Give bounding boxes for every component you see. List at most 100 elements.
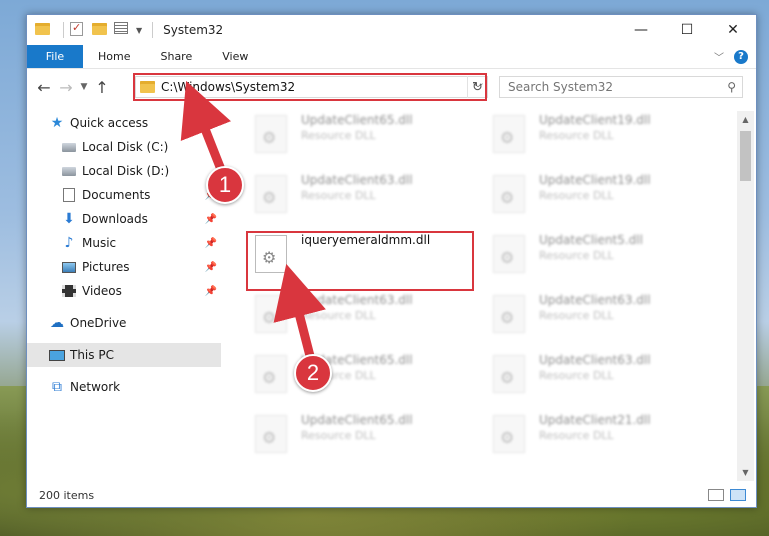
tab-view[interactable]: View xyxy=(207,45,263,68)
drive-icon xyxy=(61,139,77,155)
sidebar-item-this-pc[interactable]: This PC xyxy=(27,343,221,367)
search-box[interactable]: ⚲ xyxy=(499,76,743,98)
file-item[interactable]: UpdateClient63.dll Resource DLL xyxy=(255,291,475,349)
ribbon-tabs: File Home Share View ﹀ ? xyxy=(27,45,756,69)
file-item[interactable]: UpdateClient63.dll Resource DLL xyxy=(493,291,713,349)
title-bar: ▼ System32 — ☐ ✕ xyxy=(27,15,756,45)
new-folder-icon[interactable] xyxy=(92,22,108,38)
expand-ribbon-icon[interactable]: ﹀ xyxy=(714,49,724,64)
details-view-icon[interactable] xyxy=(708,489,724,501)
sidebar-item-downloads[interactable]: ⬇ Downloads 📌 xyxy=(27,207,221,231)
sidebar-item-quick-access[interactable]: ★ Quick access xyxy=(27,111,221,135)
file-item[interactable]: UpdateClient21.dll Resource DLL xyxy=(493,411,713,469)
callout-badge-1: 1 xyxy=(206,166,244,204)
close-button[interactable]: ✕ xyxy=(710,15,756,45)
forward-arrow-icon[interactable]: → xyxy=(55,78,77,97)
file-name: UpdateClient63.dll xyxy=(539,353,651,367)
maximize-button[interactable]: ☐ xyxy=(664,15,710,45)
pictures-icon xyxy=(61,259,77,275)
scroll-down-icon[interactable]: ▼ xyxy=(737,464,754,481)
sidebar-item-network[interactable]: ⧉ Network xyxy=(27,375,221,399)
title-divider xyxy=(63,22,64,38)
tab-home[interactable]: Home xyxy=(83,45,145,68)
dll-file-icon xyxy=(493,415,525,453)
rename-icon[interactable] xyxy=(114,22,130,38)
title-divider xyxy=(152,22,154,38)
file-type: Resource DLL xyxy=(301,429,376,442)
view-toggle xyxy=(708,489,756,501)
up-arrow-icon[interactable]: ↑ xyxy=(91,78,113,97)
file-name: UpdateClient19.dll xyxy=(539,173,651,187)
file-type: Resource DLL xyxy=(539,309,614,322)
quick-access-dropdown-icon[interactable]: ▼ xyxy=(136,26,142,35)
file-type: Resource DLL xyxy=(539,189,614,202)
file-name: UpdateClient63.dll xyxy=(539,293,651,307)
sidebar-item-documents[interactable]: Documents 📌 xyxy=(27,183,221,207)
documents-icon xyxy=(61,187,77,203)
dll-file-icon xyxy=(493,115,525,153)
music-icon: ♪ xyxy=(64,235,74,251)
vertical-scrollbar[interactable]: ▲ ▼ xyxy=(737,111,754,481)
sidebar-item-label: OneDrive xyxy=(70,316,127,330)
pin-icon[interactable]: 📌 xyxy=(205,286,217,297)
properties-check-icon[interactable] xyxy=(70,21,86,38)
back-arrow-icon[interactable]: ← xyxy=(33,78,55,97)
tab-share[interactable]: Share xyxy=(145,45,207,68)
pin-icon[interactable]: 📌 xyxy=(205,238,217,249)
sidebar-item-label: Network xyxy=(70,380,121,394)
file-item[interactable]: UpdateClient65.dll Resource DLL xyxy=(255,111,475,169)
navigation-pane: ★ Quick access Local Disk (C:) Local Dis… xyxy=(27,111,221,481)
sidebar-item-videos[interactable]: Videos 📌 xyxy=(27,279,221,303)
file-item[interactable]: UpdateClient19.dll Resource DLL xyxy=(493,171,713,229)
file-item[interactable]: UpdateClient63.dll Resource DLL xyxy=(493,351,713,409)
sidebar-item-local-disk-d[interactable]: Local Disk (D:) xyxy=(27,159,221,183)
tab-file[interactable]: File xyxy=(27,45,83,68)
drive-icon xyxy=(61,163,77,179)
sidebar-item-music[interactable]: ♪ Music 📌 xyxy=(27,231,221,255)
sidebar-item-label: Pictures xyxy=(82,260,130,274)
search-icon[interactable]: ⚲ xyxy=(727,80,736,94)
dll-file-icon xyxy=(255,175,287,213)
dll-file-icon xyxy=(493,295,525,333)
file-name: UpdateClient63.dll xyxy=(301,293,413,307)
file-item[interactable]: UpdateClient5.dll Resource DLL xyxy=(493,231,713,289)
pc-icon xyxy=(49,347,65,363)
dll-file-icon xyxy=(493,175,525,213)
onedrive-icon: ☁ xyxy=(50,315,64,331)
sidebar-item-label: Local Disk (C:) xyxy=(82,140,169,154)
pin-icon[interactable]: 📌 xyxy=(205,214,217,225)
scroll-up-icon[interactable]: ▲ xyxy=(737,111,754,128)
file-type: Resource DLL xyxy=(539,429,614,442)
file-item[interactable]: UpdateClient65.dllResource DLL xyxy=(255,411,475,469)
file-item[interactable]: UpdateClient19.dll Resource DLL xyxy=(493,111,713,169)
dll-file-icon xyxy=(255,355,287,393)
sidebar-item-label: Videos xyxy=(82,284,122,298)
sidebar-item-label: Local Disk (D:) xyxy=(82,164,170,178)
help-icon[interactable]: ? xyxy=(734,49,748,64)
dll-file-icon xyxy=(255,295,287,333)
minimize-button[interactable]: — xyxy=(618,15,664,45)
sidebar-item-pictures[interactable]: Pictures 📌 xyxy=(27,255,221,279)
callout-badge-2: 2 xyxy=(294,354,332,392)
dll-file-icon xyxy=(255,415,287,453)
file-item[interactable]: UpdateClient65.dllResource DLL xyxy=(255,351,475,409)
file-type: Resource DLL xyxy=(301,129,376,142)
large-icons-view-icon[interactable] xyxy=(730,489,746,501)
file-name: UpdateClient65.dll xyxy=(301,113,413,127)
search-input[interactable] xyxy=(508,80,708,94)
address-highlight-box xyxy=(133,73,487,101)
file-name: UpdateClient19.dll xyxy=(539,113,651,127)
file-list: UpdateClient65.dll Resource DLL UpdateCli… xyxy=(245,111,735,481)
dll-file-icon xyxy=(255,115,287,153)
recent-locations-icon[interactable]: ▼ xyxy=(77,82,91,92)
network-icon: ⧉ xyxy=(52,379,62,395)
file-name: UpdateClient21.dll xyxy=(539,413,651,427)
pin-icon[interactable]: 📌 xyxy=(205,262,217,273)
sidebar-item-label: Music xyxy=(82,236,117,250)
dll-file-icon xyxy=(493,355,525,393)
sidebar-item-onedrive[interactable]: ☁ OneDrive xyxy=(27,311,221,335)
scrollbar-thumb[interactable] xyxy=(740,131,751,181)
file-item[interactable]: UpdateClient63.dll Resource DLL xyxy=(255,171,475,229)
file-name: UpdateClient63.dll xyxy=(301,173,413,187)
sidebar-item-local-disk-c[interactable]: Local Disk (C:) xyxy=(27,135,221,159)
